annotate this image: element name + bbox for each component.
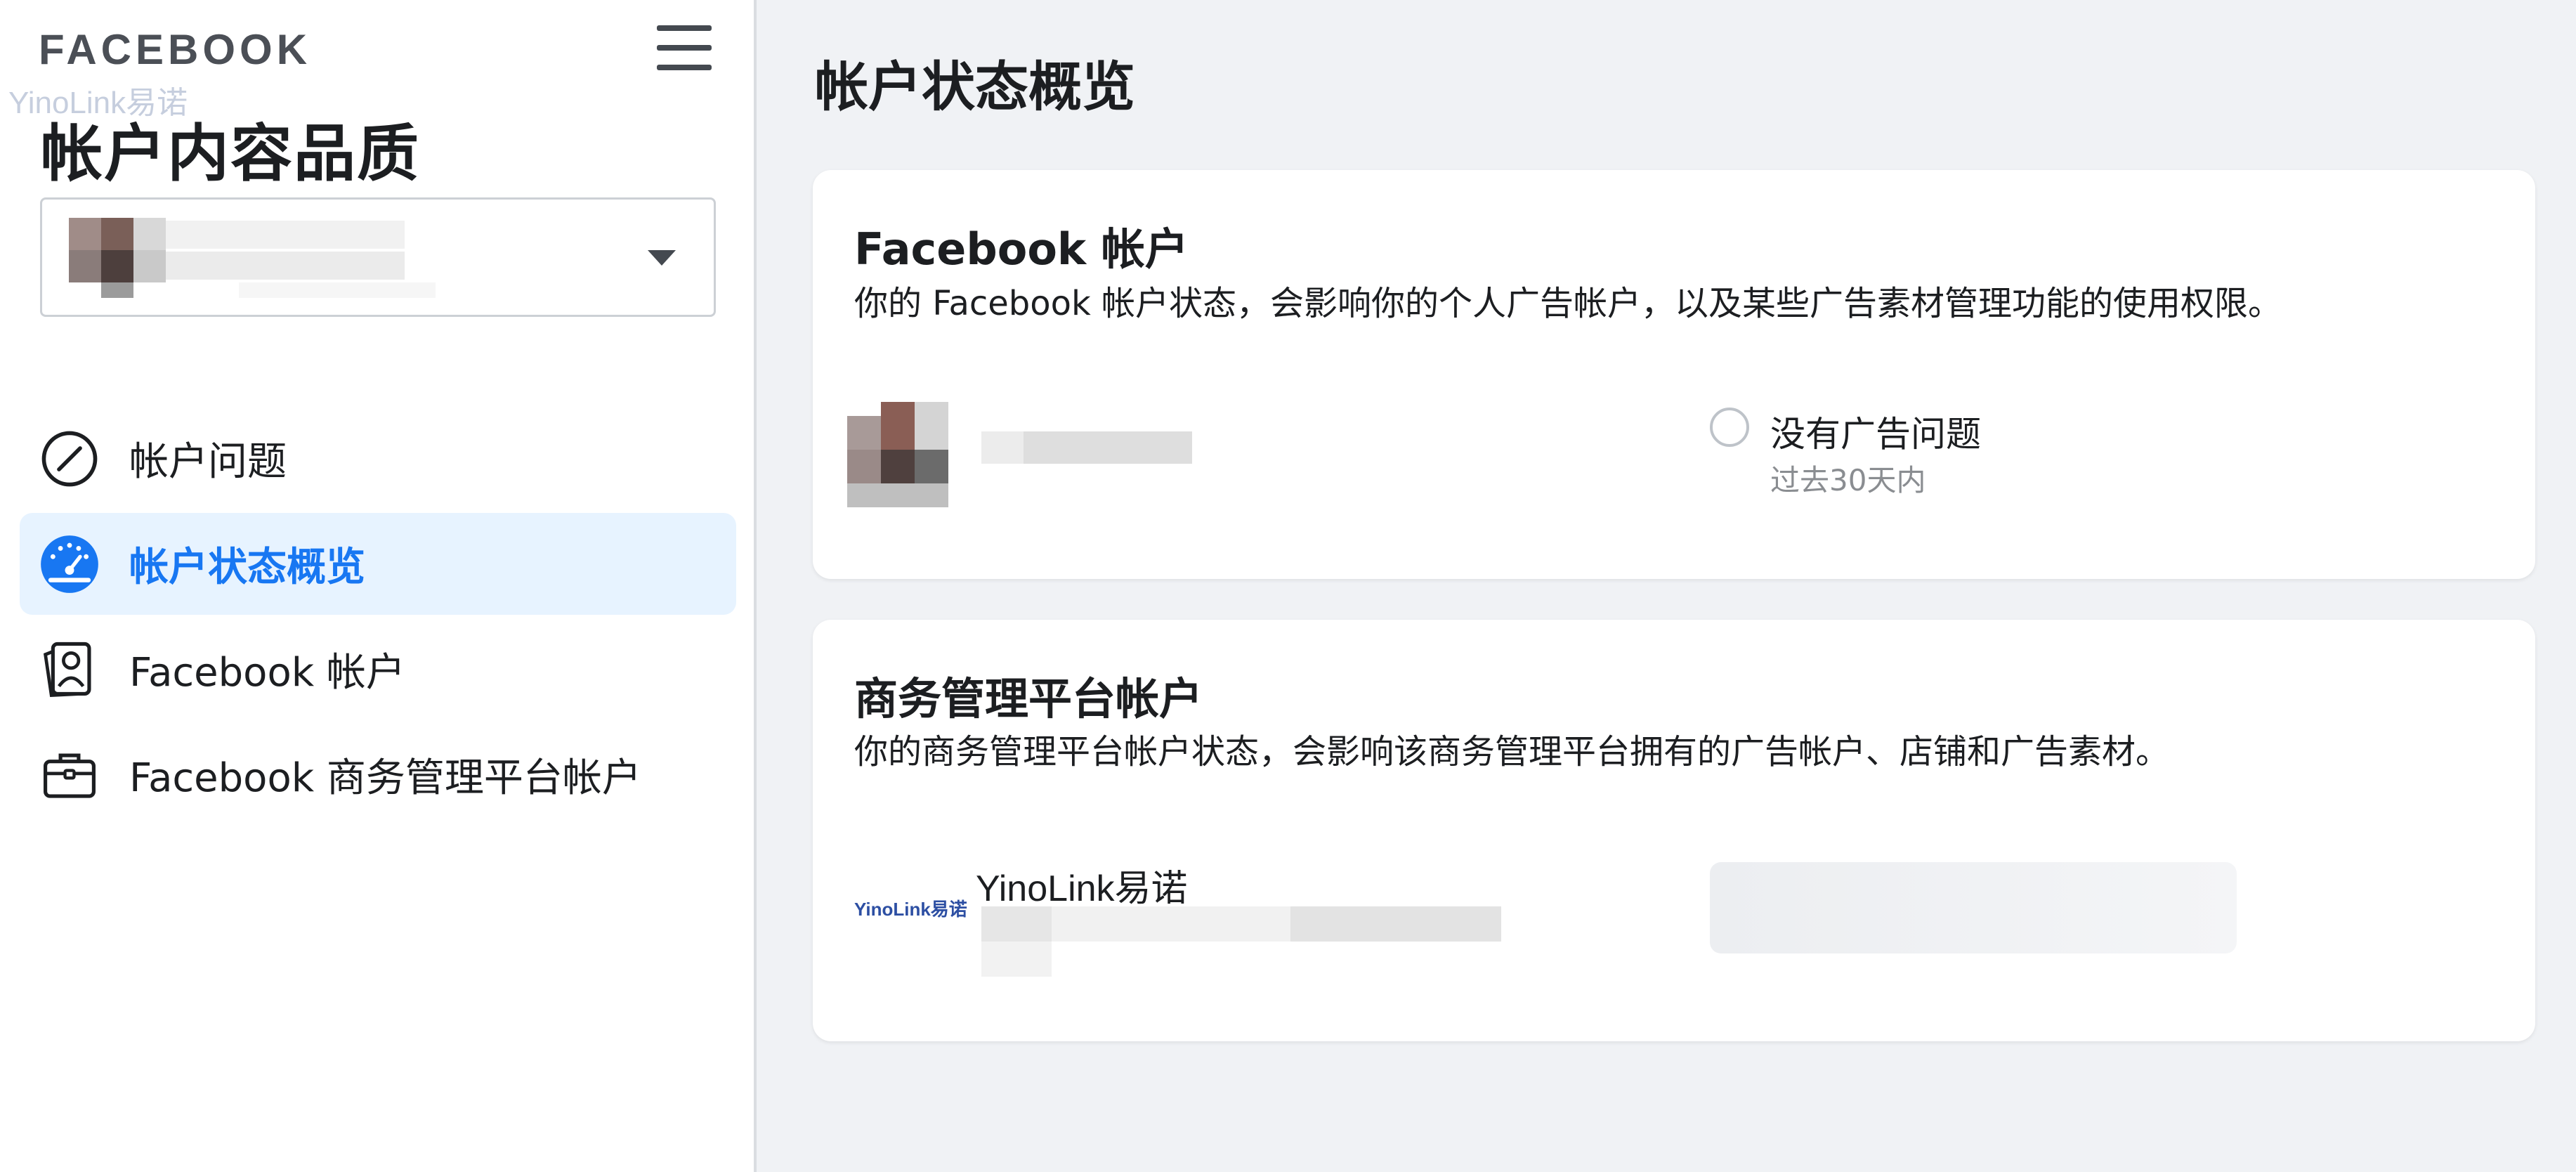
sidebar-item-label: 帐户状态概览 xyxy=(129,545,365,590)
sidebar-title: 帐户内容品质 xyxy=(41,117,421,190)
sidebar-item-account-issues[interactable]: 帐户问题 xyxy=(20,408,736,509)
account-selector[interactable] xyxy=(40,197,716,317)
status-radio[interactable] xyxy=(1710,408,1749,447)
business-manager-card: 商务管理平台帐户 你的商务管理平台帐户状态，会影响该商务管理平台拥有的广告帐户、… xyxy=(813,620,2535,1041)
dropdown-caret-icon xyxy=(648,250,676,266)
status-period: 过去30天内 xyxy=(1770,463,1926,497)
hamburger-menu-icon[interactable] xyxy=(657,25,712,74)
business-status-placeholder xyxy=(1710,862,2237,953)
page-title: 帐户状态概览 xyxy=(815,56,1135,118)
sidebar: FACEBOOK YinoLink易诺 帐户内容品质 帐户问题 帐户状态概览 F… xyxy=(0,0,757,1172)
facebook-logo: FACEBOOK xyxy=(39,26,312,73)
sidebar-item-account-status-overview[interactable]: 帐户状态概览 xyxy=(20,513,736,615)
card-description: 你的 Facebook 帐户状态，会影响你的个人广告帐户，以及某些广告素材管理功… xyxy=(854,284,2282,323)
card-description: 你的商务管理平台帐户状态，会影响该商务管理平台拥有的广告帐户、店铺和广告素材。 xyxy=(854,732,2170,771)
card-title: Facebook 帐户 xyxy=(854,223,1189,275)
business-logo: YinoLink易诺 xyxy=(854,899,967,920)
sidebar-item-label: Facebook 商务管理平台帐户 xyxy=(129,755,641,801)
slash-circle-icon xyxy=(38,427,101,490)
card-title: 商务管理平台帐户 xyxy=(854,673,1203,724)
business-name: YinoLink易诺 xyxy=(976,868,1188,909)
sidebar-item-label: Facebook 帐户 xyxy=(129,650,405,696)
sidebar-nav: 帐户问题 帐户状态概览 Facebook 帐户 Facebook 商务管理平台帐… xyxy=(20,408,736,829)
sidebar-item-facebook-account[interactable]: Facebook 帐户 xyxy=(20,618,736,720)
dashboard-gauge-icon xyxy=(38,533,101,596)
status-label: 没有广告问题 xyxy=(1770,414,1981,455)
briefcase-icon xyxy=(38,743,101,807)
profile-card-icon xyxy=(38,638,101,701)
facebook-account-card: Facebook 帐户 你的 Facebook 帐户状态，会影响你的个人广告帐户… xyxy=(813,170,2535,579)
sidebar-item-label: 帐户问题 xyxy=(129,439,287,485)
sidebar-item-business-manager[interactable]: Facebook 商务管理平台帐户 xyxy=(20,724,736,826)
